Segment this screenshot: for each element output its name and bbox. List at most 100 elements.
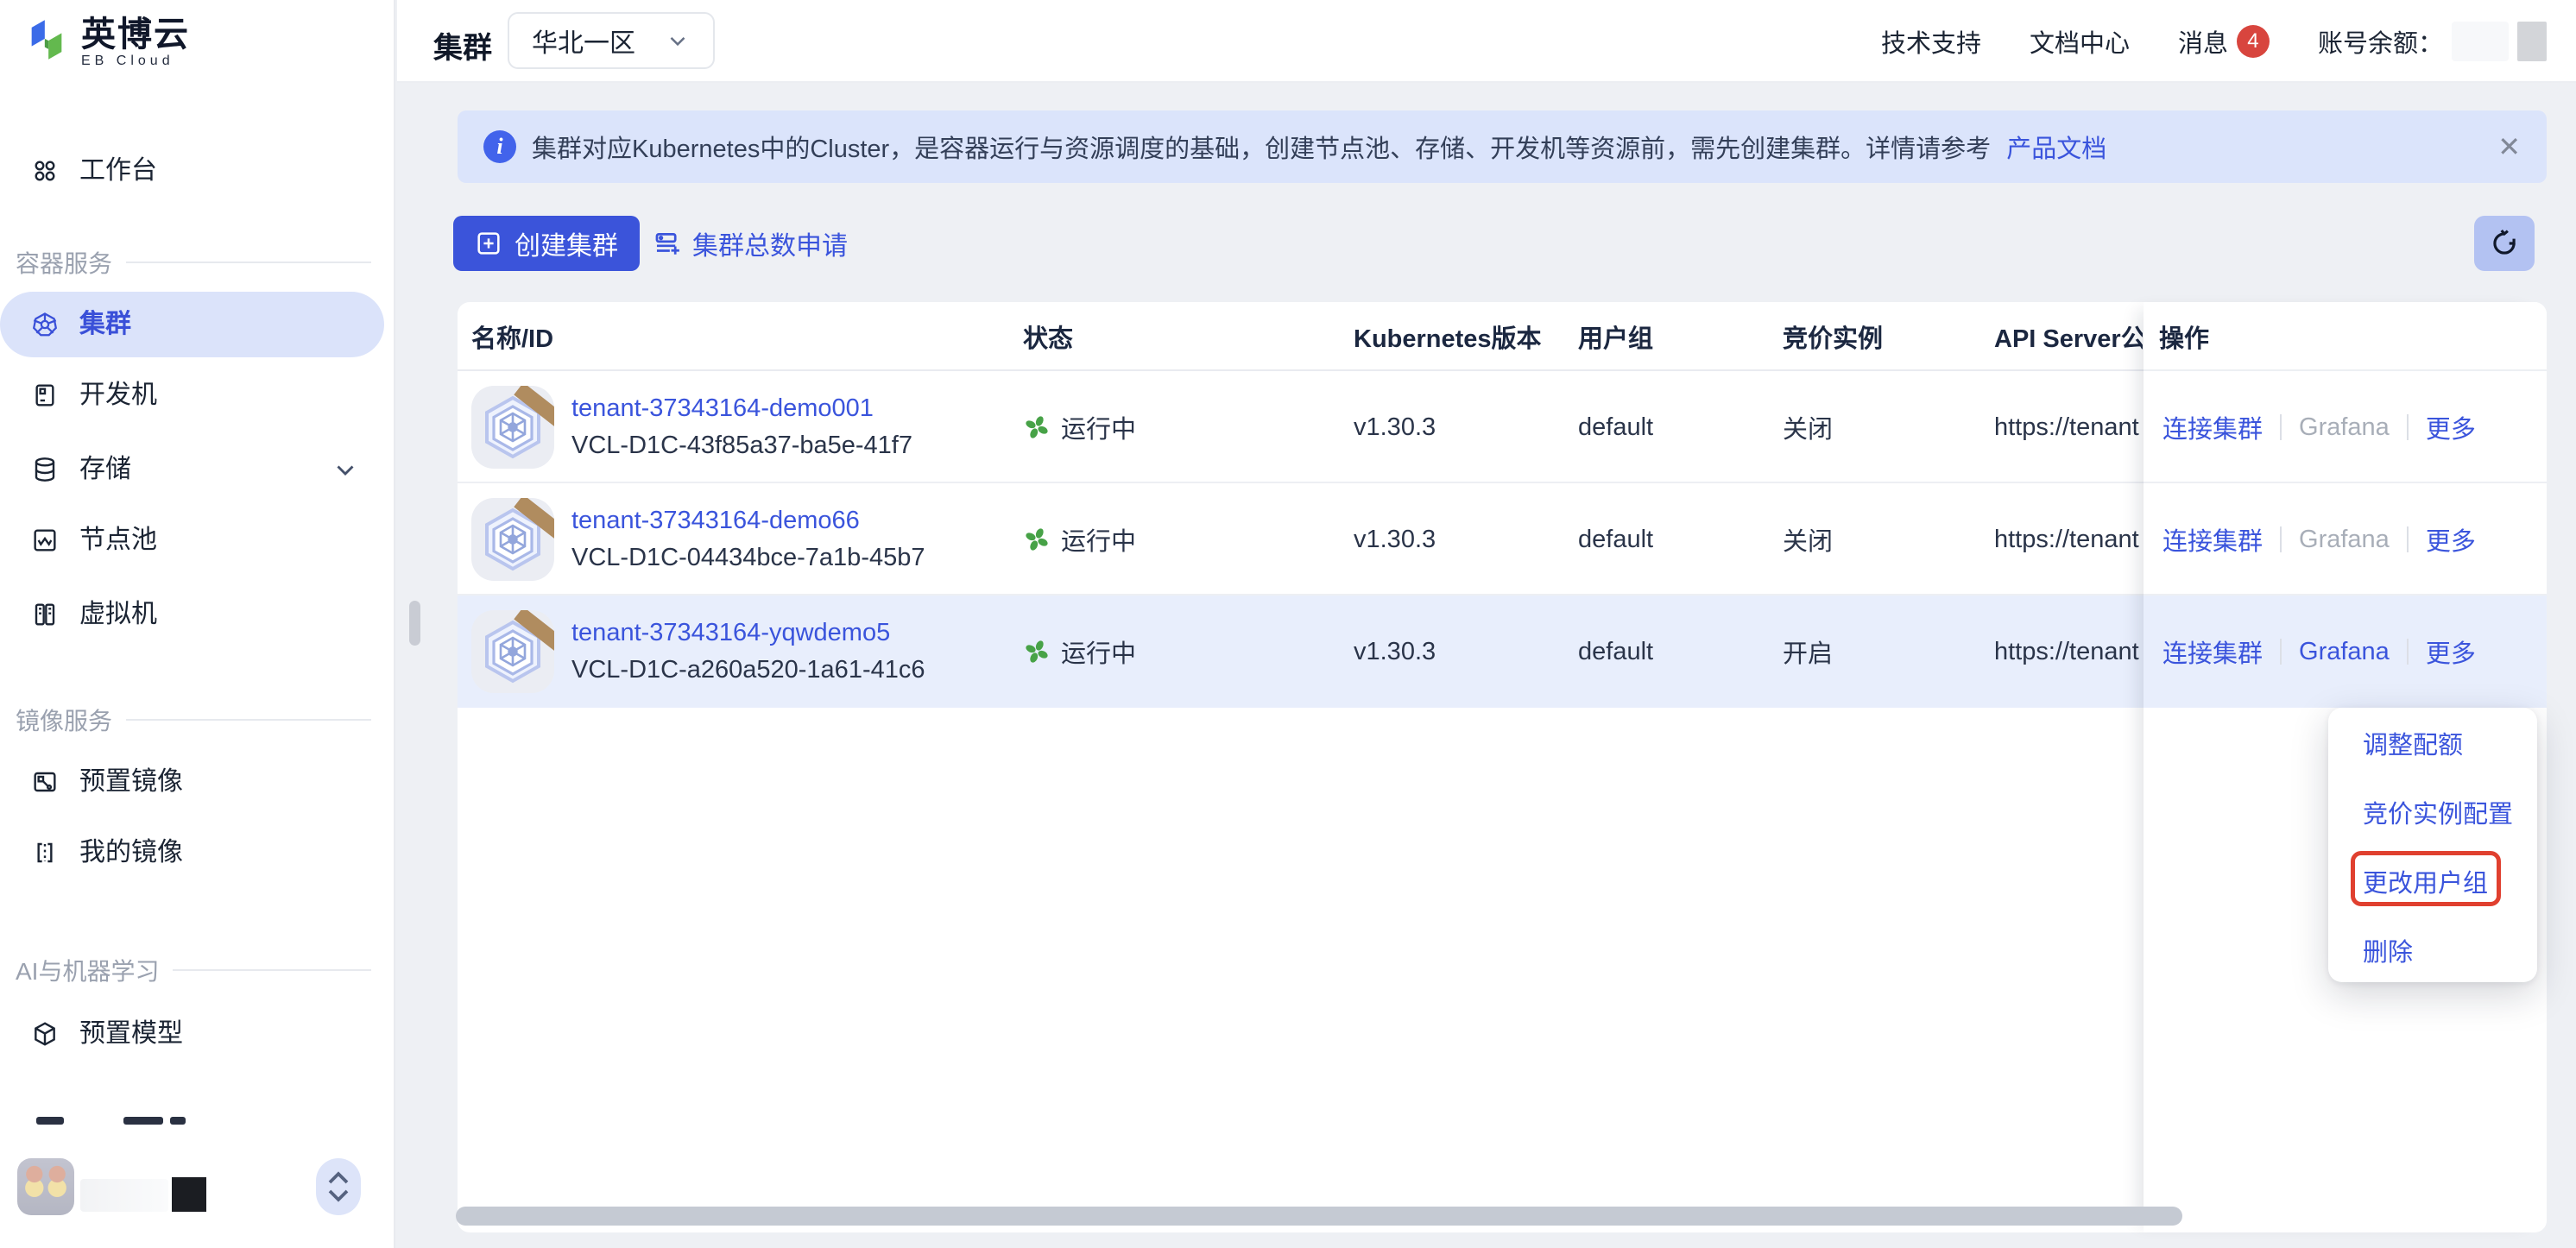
sidebar-item-workbench[interactable]: 工作台	[0, 138, 384, 204]
action-divider	[2280, 414, 2282, 440]
brand-name: 英博云	[81, 17, 190, 52]
action-divider	[2280, 639, 2282, 665]
running-status-icon	[1023, 413, 1051, 441]
kubernetes-wheel-icon	[31, 311, 59, 338]
account-switcher-button[interactable]	[316, 1158, 361, 1215]
create-cluster-label: 创建集群	[515, 224, 618, 262]
user-group: default	[1578, 371, 1653, 483]
cluster-id: VCL-D1C-04434bce-7a1b-45b7	[571, 544, 925, 572]
sidebar-item-preset-models[interactable]: 预置模型	[0, 1001, 384, 1067]
grafana-link-disabled: Grafana	[2299, 526, 2390, 554]
app-screen: 英博云 EB Cloud 工作台 容器服务 集群	[0, 0, 2576, 1248]
chevron-up-icon	[325, 1170, 351, 1186]
username-redacted	[80, 1179, 168, 1212]
cluster-hexagon-icon	[471, 498, 554, 581]
more-actions-link[interactable]: 更多	[2426, 521, 2476, 558]
api-server-url: https://tenant	[1994, 413, 2143, 442]
nav-support[interactable]: 技术支持	[1881, 23, 1981, 60]
sidebar: 英博云 EB Cloud 工作台 容器服务 集群	[0, 0, 395, 1248]
create-cluster-button[interactable]: 创建集群	[453, 216, 640, 271]
brand-logo-icon	[24, 17, 69, 66]
action-divider	[2407, 414, 2409, 440]
region-selector[interactable]: 华北一区	[508, 12, 715, 69]
status-text: 运行中	[1061, 521, 1136, 558]
more-actions-link[interactable]: 更多	[2426, 633, 2476, 670]
grafana-link-disabled: Grafana	[2299, 413, 2390, 442]
menu-item-adjust-quota[interactable]: 调整配额	[2363, 718, 2463, 768]
balance-label: 账号余额：	[2318, 23, 2443, 60]
sidebar-item-label: 存储	[79, 457, 131, 482]
cluster-hexagon-icon	[471, 386, 554, 469]
sidebar-item-storage[interactable]: 存储	[0, 437, 384, 502]
sidebar-item-label: 我的镜像	[79, 840, 183, 866]
server-plus-icon	[653, 229, 682, 258]
status-text: 运行中	[1061, 409, 1136, 445]
cluster-hexagon-icon	[471, 610, 554, 693]
balance-redacted	[2452, 22, 2509, 61]
sidebar-item-label: 预置镜像	[79, 769, 183, 795]
row-actions-highlighted: 连接集群 Grafana 更多	[2144, 596, 2547, 708]
more-actions-link[interactable]: 更多	[2426, 409, 2476, 445]
cluster-name-link[interactable]: tenant-37343164-demo66	[571, 507, 860, 535]
plus-square-icon	[475, 230, 502, 257]
virtual-machine-icon	[31, 601, 59, 628]
nav-docs[interactable]: 文档中心	[2030, 23, 2130, 60]
account-balance: 账号余额：	[2318, 22, 2547, 61]
menu-item-delete[interactable]: 删除	[2363, 925, 2413, 975]
banner-close-icon[interactable]: ✕	[2497, 130, 2521, 163]
sidebar-section-label: 镜像服务	[16, 703, 112, 737]
banner-doc-link[interactable]: 产品文档	[2006, 129, 2106, 165]
banner-text: 集群对应Kubernetes中的Cluster，是容器运行与资源调度的基础，创建…	[532, 129, 1991, 165]
col-group: 用户组	[1578, 302, 1751, 371]
refresh-icon	[2488, 227, 2521, 260]
sidebar-section-container: 容器服务	[16, 245, 371, 280]
nav-messages[interactable]: 消息 4	[2178, 23, 2270, 60]
sidebar-item-preset-images[interactable]: 预置镜像	[0, 749, 384, 815]
sidebar-item-label: 集群	[79, 312, 131, 337]
table-horizontal-scrollbar[interactable]	[456, 1207, 2182, 1226]
col-actions: 操作	[2159, 302, 2209, 371]
col-status: 状态	[1023, 302, 1308, 371]
brand-logo[interactable]: 英博云 EB Cloud	[24, 17, 190, 69]
user-group: default	[1578, 483, 1653, 596]
menu-item-spot-config[interactable]: 竞价实例配置	[2363, 787, 2513, 837]
running-status-icon	[1023, 526, 1051, 553]
spot-instance: 关闭	[1783, 371, 1833, 483]
action-divider	[2407, 639, 2409, 665]
status-text: 运行中	[1061, 633, 1136, 670]
sidebar-item-nodepool[interactable]: 节点池	[0, 507, 384, 573]
sidebar-item-vm[interactable]: 虚拟机	[0, 582, 384, 647]
connect-cluster-link[interactable]: 连接集群	[2162, 521, 2263, 558]
sidebar-item-label: 工作台	[79, 158, 157, 184]
sidebar-item-label: 虚拟机	[79, 602, 157, 627]
connect-cluster-link[interactable]: 连接集群	[2162, 633, 2263, 670]
info-banner: i 集群对应Kubernetes中的Cluster，是容器运行与资源调度的基础，…	[458, 110, 2547, 183]
grafana-link[interactable]: Grafana	[2299, 638, 2390, 666]
cluster-name-link[interactable]: tenant-37343164-yqwdemo5	[571, 619, 890, 647]
storage-database-icon	[31, 456, 59, 483]
sidebar-item-cluster[interactable]: 集群	[0, 292, 384, 357]
col-name: 名称/ID	[471, 302, 989, 371]
api-server-url: https://tenant	[1994, 526, 2143, 554]
preset-model-cube-icon	[31, 1020, 59, 1048]
cluster-name-link[interactable]: tenant-37343164-demo001	[571, 394, 874, 423]
workbench-grid-icon	[31, 157, 59, 185]
spot-instance: 关闭	[1783, 483, 1833, 596]
page-title: 集群	[433, 24, 492, 66]
user-avatar[interactable]	[17, 1158, 74, 1215]
sidebar-scrollbar[interactable]	[409, 601, 420, 646]
info-icon: i	[483, 130, 516, 163]
sidebar-item-devmachine[interactable]: 开发机	[0, 362, 384, 428]
chevron-down-icon	[325, 1188, 351, 1203]
cluster-id: VCL-D1C-a260a520-1a61-41c6	[571, 656, 925, 684]
sidebar-item-my-images[interactable]: 我的镜像	[0, 820, 384, 886]
chevron-down-icon	[331, 455, 360, 484]
cluster-quota-request-link[interactable]: 集群总数申请	[653, 216, 848, 271]
refresh-button[interactable]	[2474, 216, 2535, 271]
redacted-block	[172, 1177, 206, 1212]
connect-cluster-link[interactable]: 连接集群	[2162, 409, 2263, 445]
cluster-id: VCL-D1C-43f85a37-ba5e-41f7	[571, 432, 912, 460]
k8s-version: v1.30.3	[1354, 371, 1436, 483]
balance-redacted-2	[2517, 22, 2547, 61]
user-group: default	[1578, 596, 1653, 708]
